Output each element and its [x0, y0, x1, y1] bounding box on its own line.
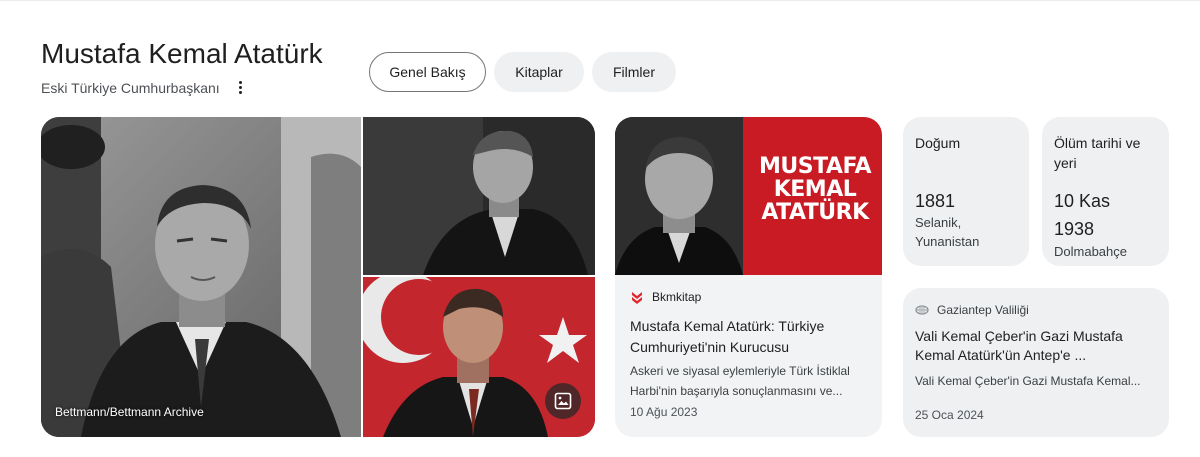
image-icon[interactable] — [545, 383, 581, 419]
bkm-logo-icon — [632, 292, 642, 304]
article-date: 10 Ağu 2023 — [630, 405, 698, 419]
image-collage[interactable]: Bettmann/Bettmann Archive — [41, 117, 595, 437]
article-source-name: Bkmkitap — [652, 290, 702, 304]
news-source-name: Gaziantep Valiliği — [937, 303, 1029, 317]
news-title[interactable]: Vali Kemal Çeber'in Gazi Mustafa Kemal A… — [915, 327, 1160, 365]
fact-detail: Dolmabahçe — [1054, 244, 1127, 259]
fact-detail: Selanik, Yunanistan — [915, 215, 980, 249]
fact-value: 1881 — [915, 191, 956, 211]
top-divider — [0, 0, 1200, 1]
fact-card-death[interactable]: Ölüm tarihi ve yeri 10 Kas 1938 Dolmabah… — [1042, 117, 1169, 266]
article-thumbnail-photo — [615, 117, 743, 275]
image-credit-caption: Bettmann/Bettmann Archive — [55, 405, 204, 419]
article-source[interactable]: Bkmkitap — [630, 290, 701, 304]
site-icon — [915, 305, 929, 315]
article-thumbnail-brand: MUSTAFA KEMAL ATATÜRK — [759, 154, 871, 225]
article-thumbnail: MUSTAFA KEMAL ATATÜRK — [615, 117, 882, 275]
article-card[interactable]: MUSTAFA KEMAL ATATÜRK Bkmkitap Mustafa K… — [615, 117, 882, 437]
news-date: 25 Oca 2024 — [915, 408, 984, 422]
tab-genel-bakis[interactable]: Genel Bakış — [369, 52, 486, 92]
main-portrait-image[interactable]: Bettmann/Bettmann Archive — [41, 117, 361, 437]
fact-label: Doğum — [915, 135, 961, 151]
news-source[interactable]: Gaziantep Valiliği — [915, 303, 1029, 317]
tab-kitaplar[interactable]: Kitaplar — [494, 52, 584, 92]
article-title[interactable]: Mustafa Kemal Atatürk: Türkiye Cumhuriye… — [630, 316, 870, 358]
fact-label: Ölüm tarihi ve yeri — [1054, 135, 1141, 171]
page-title: Mustafa Kemal Atatürk — [41, 38, 323, 69]
more-vert-icon[interactable] — [232, 78, 248, 96]
news-snippet: Vali Kemal Çeber'in Gazi Mustafa Kemal..… — [915, 374, 1141, 388]
article-snippet: Askeri ve siyasal eylemleriyle Türk İsti… — [630, 364, 850, 398]
tab-filmler[interactable]: Filmler — [592, 52, 676, 92]
fact-value: 10 Kas 1938 — [1054, 191, 1111, 239]
portrait-image-top[interactable] — [363, 117, 595, 275]
fact-card-birth[interactable]: Doğum 1881 Selanik, Yunanistan — [903, 117, 1029, 266]
page-subtitle: Eski Türkiye Cumhurbaşkanı — [41, 80, 220, 96]
news-card[interactable]: Gaziantep Valiliği Vali Kemal Çeber'in G… — [903, 288, 1169, 437]
